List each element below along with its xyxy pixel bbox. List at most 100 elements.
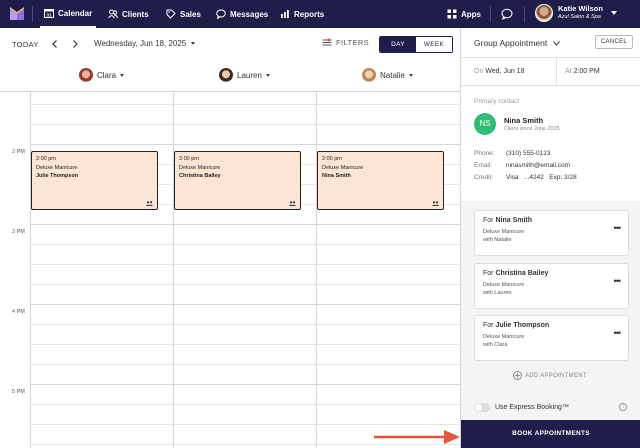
chevron-down-icon [408, 73, 413, 77]
appointment-block[interactable]: 2:00 pm Deluxe Manicure Julie Thompson [31, 151, 158, 210]
user-name-block: Katie Wilson Azul Salon & Spa [558, 4, 603, 22]
time-label: 5 PM [12, 389, 25, 395]
for-label: For [483, 322, 494, 329]
date-picker[interactable]: Wednesday, Jun 18, 2025 [94, 39, 196, 48]
credit-label: Credit: [474, 174, 494, 181]
day-view-button[interactable]: DAY [380, 37, 416, 52]
phone-row: Phone: (310) 555-0123 [474, 150, 550, 157]
on-label: On [474, 68, 484, 75]
chevron-down-icon [552, 41, 560, 46]
user-name: Katie Wilson [558, 4, 603, 13]
chevron-down-icon [191, 42, 196, 46]
slot-line [30, 104, 460, 105]
appointment-client: Julie Thompson [36, 173, 79, 179]
appointment-service: Deluxe Manicure [322, 164, 364, 171]
add-circle-icon [513, 371, 522, 380]
more-options-icon[interactable]: ••• [614, 328, 622, 338]
nav-clients-label: Clients [122, 9, 149, 19]
nav-apps-label: Apps [461, 9, 481, 19]
slot-line [30, 404, 460, 405]
nav-messages[interactable]: Messages [212, 0, 272, 28]
field-divider [556, 58, 557, 86]
staff-selector-lauren[interactable]: Lauren [219, 68, 270, 82]
group-people-icon [432, 201, 439, 206]
hour-line [30, 224, 460, 225]
nav-apps[interactable]: Apps [443, 0, 485, 28]
group-people-icon [289, 201, 296, 206]
credit-value: Visa ...4242 Exp: 3/28 [506, 174, 577, 181]
column-divider [30, 92, 31, 448]
week-view-button[interactable]: WEEK [416, 37, 452, 52]
appointment-card[interactable]: For Christina Bailey Deluxe Manicure wit… [474, 263, 629, 309]
nav-reports[interactable]: Reports [276, 0, 328, 28]
user-business: Azul Salon & Spa [558, 14, 601, 20]
more-options-icon[interactable]: ••• [614, 276, 622, 286]
top-nav-bar: 31 Calendar Clients Sales Messages Repor… [0, 0, 640, 28]
add-appointment-button[interactable]: ADD APPOINTMENT [513, 371, 587, 380]
column-divider [316, 92, 317, 448]
filters-button[interactable]: FILTERS [322, 38, 369, 47]
svg-text:31: 31 [46, 13, 52, 18]
hour-line [30, 304, 460, 305]
nav-divider [32, 6, 33, 22]
info-icon[interactable]: i [619, 403, 627, 411]
for-label: For [483, 217, 494, 224]
date-field[interactable]: On Wed, Jun 18 [474, 68, 524, 75]
hour-line [30, 384, 460, 385]
nav-clients[interactable]: Clients [104, 0, 153, 28]
appointment-time: 2:00 pm [322, 156, 342, 162]
calendar-toolbar: TODAY Wednesday, Jun 18, 2025 FILTERS DA… [0, 28, 460, 62]
time-label: 3 PM [12, 229, 25, 235]
express-booking-label: Use Express Booking™ [495, 404, 569, 411]
email-value: ninasmith@email.com [506, 162, 571, 169]
nav-divider [490, 6, 491, 22]
slot-line [30, 124, 460, 125]
card-service: Deluxe Manicure [483, 229, 525, 235]
apps-grid-icon [447, 9, 457, 19]
group-appointment-panel: Group Appointment CANCEL On Wed, Jun 18 … [460, 28, 640, 448]
express-booking-toggle[interactable] [474, 403, 490, 412]
card-service: Deluxe Manicure [483, 282, 525, 288]
staff-avatar [79, 68, 93, 82]
client-since: Client since June 2025 [504, 126, 560, 132]
appointment-card[interactable]: For Nina Smith Deluxe Manicure with Nata… [474, 210, 629, 256]
email-label: Email: [474, 162, 493, 169]
calendar-icon: 31 [44, 9, 54, 18]
today-button[interactable]: TODAY [12, 40, 39, 49]
staff-selector-natalie[interactable]: Natalie [362, 68, 413, 82]
express-booking-row: Use Express Booking™ [474, 403, 569, 412]
card-staff: with Clara [483, 342, 508, 348]
appointment-service: Deluxe Manicure [36, 164, 78, 171]
slot-line [30, 364, 460, 365]
slot-line [30, 344, 460, 345]
appointment-time: 2:00 pm [36, 156, 56, 162]
appointment-block[interactable]: 2:00 pm Deluxe Manicure Nina Smith [317, 151, 444, 210]
card-service: Deluxe Manicure [483, 334, 525, 340]
user-menu[interactable]: Katie Wilson Azul Salon & Spa [535, 4, 603, 22]
contact-name[interactable]: Nina Smith [504, 116, 543, 125]
hour-line [30, 144, 460, 145]
card-staff: with Natalie [483, 237, 512, 243]
slot-line [30, 424, 460, 425]
appointment-card[interactable]: For Julie Thompson Deluxe Manicure with … [474, 315, 629, 361]
time-label: 4 PM [12, 309, 25, 315]
staff-selector-clara[interactable]: Clara [79, 68, 125, 82]
next-day-chevron-right-icon[interactable] [70, 39, 80, 49]
user-menu-chevron-down-icon[interactable] [611, 11, 617, 15]
card-client-name: Julie Thompson [495, 322, 550, 329]
day-calendar-grid[interactable]: 2 PM 3 PM 4 PM 5 PM 2:00 pm Deluxe Manic… [0, 92, 460, 448]
time-value: 2:00 PM [573, 68, 600, 75]
prev-day-chevron-left-icon[interactable] [50, 39, 60, 49]
appointment-type-dropdown[interactable]: Group Appointment [474, 38, 560, 48]
nav-divider [524, 6, 525, 22]
nav-calendar[interactable]: 31 Calendar [40, 0, 97, 28]
nav-sales[interactable]: Sales [162, 0, 205, 28]
chat-bubble-icon[interactable] [501, 8, 513, 20]
cancel-button[interactable]: CANCEL [595, 35, 633, 49]
more-options-icon[interactable]: ••• [614, 223, 622, 233]
slot-line [30, 264, 460, 265]
appointment-block[interactable]: 2:00 pm Deluxe Manicure Christina Bailey [174, 151, 301, 210]
brand-logo-icon[interactable] [10, 7, 24, 20]
book-appointments-button[interactable]: BOOK APPOINTMENTS [461, 420, 640, 448]
time-field[interactable]: At 2:00 PM [565, 68, 600, 75]
